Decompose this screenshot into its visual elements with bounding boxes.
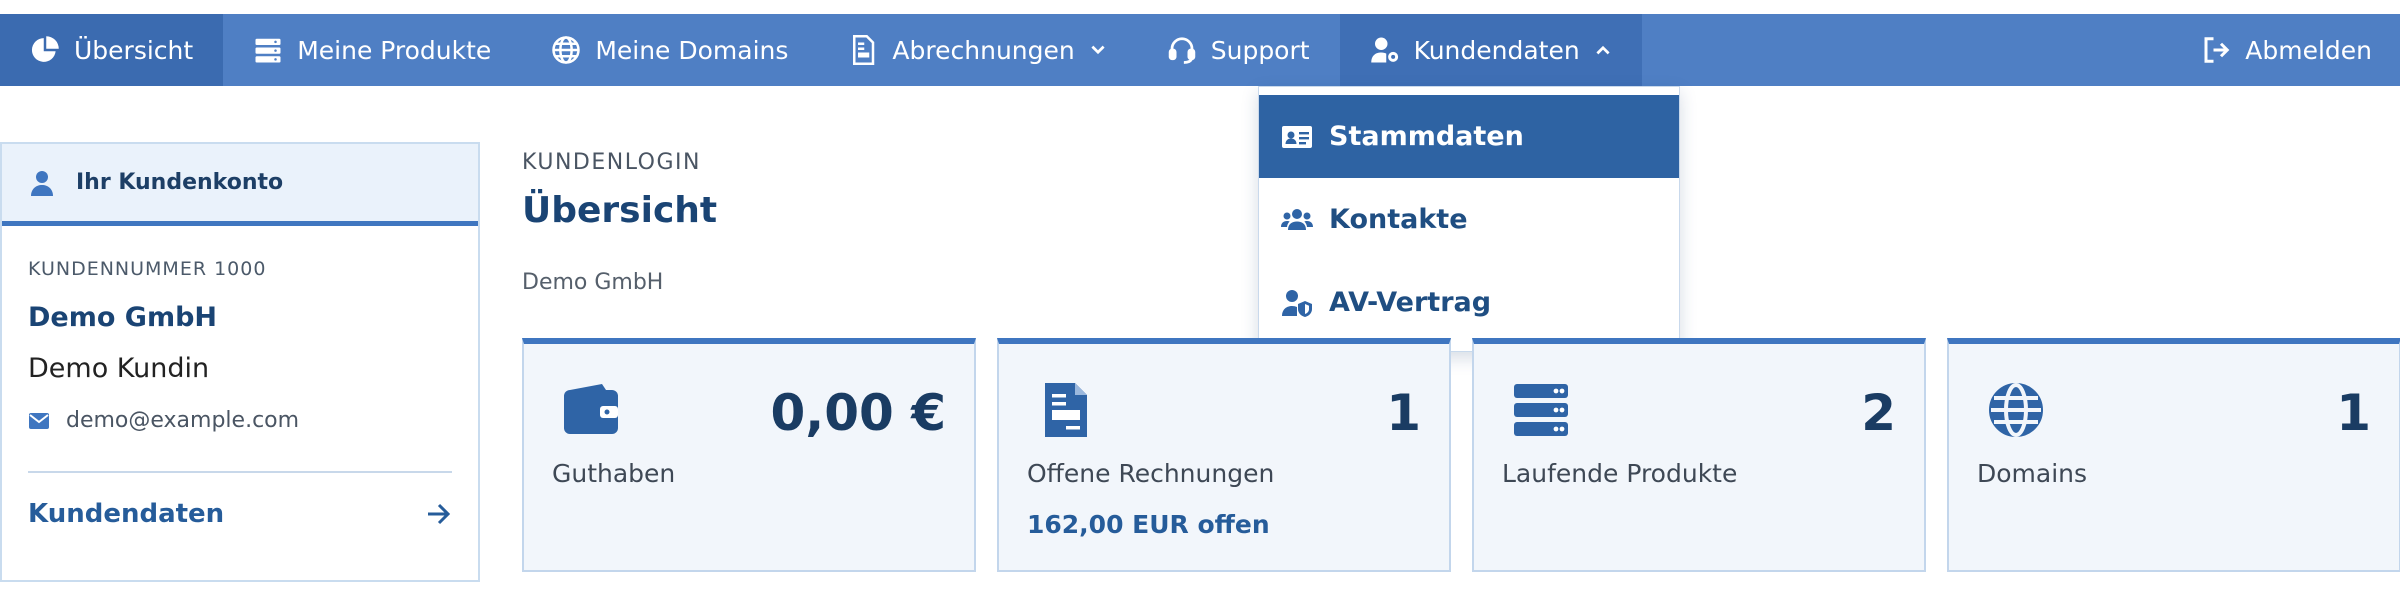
user-icon — [30, 170, 54, 196]
logout-button[interactable]: Abmelden — [2171, 14, 2400, 86]
chart-pie-icon — [30, 35, 60, 65]
nav-item-label: Kundendaten — [1413, 35, 1580, 65]
menu-item-stammdaten[interactable]: Stammdaten — [1259, 95, 1679, 178]
card-offene-rechnungen[interactable]: 1 Offene Rechnungen 162,00 EUR offen — [997, 338, 1451, 572]
page-subtitle: Demo GmbH — [522, 270, 664, 295]
email-row: demo@example.com — [28, 408, 452, 433]
kundendaten-link-label: Kundendaten — [28, 499, 225, 529]
logout-label: Abmelden — [2245, 35, 2372, 65]
email-address: demo@example.com — [66, 408, 300, 433]
card-label: Laufende Produkte — [1502, 459, 1738, 488]
panel-title: Ihr Kundenkonto — [76, 170, 284, 195]
kundendaten-dropdown-menu: Stammdaten Kontakte AV-Vertrag — [1258, 86, 1680, 352]
user-cog-icon — [1370, 35, 1400, 65]
nav-item-abrechnungen[interactable]: Abrechnungen — [818, 14, 1136, 86]
nav-item-kundendaten[interactable]: Kundendaten — [1339, 14, 1642, 86]
divider — [28, 471, 452, 473]
nav-item-label: Meine Produkte — [297, 35, 492, 65]
card-value: 2 — [1861, 384, 1896, 442]
card-label: Offene Rechnungen — [1027, 459, 1275, 488]
menu-item-av-vertrag[interactable]: AV-Vertrag — [1259, 261, 1679, 344]
card-label: Guthaben — [552, 459, 676, 488]
arrow-right-icon — [426, 502, 452, 526]
user-shield-icon — [1281, 288, 1313, 318]
wallet-icon — [562, 382, 620, 438]
customer-account-panel: Ihr Kundenkonto KUNDENNUMMER 1000 Demo G… — [0, 142, 480, 582]
page-title: Übersicht — [522, 190, 718, 231]
nav-item-label: Meine Domains — [595, 35, 789, 65]
nav-item-meine-produkte[interactable]: Meine Produkte — [223, 14, 521, 86]
card-guthaben[interactable]: 0,00 € Guthaben — [522, 338, 976, 572]
customer-number: KUNDENNUMMER 1000 — [28, 258, 267, 280]
card-value: 1 — [2336, 384, 2371, 442]
menu-item-label: Kontakte — [1329, 204, 1468, 235]
chevron-up-icon — [1594, 41, 1612, 59]
server-icon — [1512, 382, 1570, 438]
invoice-icon — [1037, 382, 1095, 438]
card-value: 1 — [1386, 384, 1421, 442]
globe-icon — [551, 35, 581, 65]
contact-person: Demo Kundin — [28, 353, 210, 384]
id-card-icon — [1281, 122, 1313, 152]
invoice-icon — [848, 35, 878, 65]
envelope-icon — [28, 412, 50, 430]
globe-icon — [1987, 382, 2045, 438]
card-laufende-produkte[interactable]: 2 Laufende Produkte — [1472, 338, 1926, 572]
panel-header: Ihr Kundenkonto — [2, 144, 478, 226]
sign-out-icon — [2201, 35, 2231, 65]
nav-item-support[interactable]: Support — [1137, 14, 1340, 86]
nav-item-uebersicht[interactable]: Übersicht — [0, 14, 224, 86]
open-amount: 162,00 EUR offen — [1027, 510, 1270, 539]
card-domains[interactable]: 1 Domains — [1947, 338, 2400, 572]
users-icon — [1281, 205, 1313, 235]
menu-item-label: AV-Vertrag — [1329, 287, 1492, 318]
headset-icon — [1167, 35, 1197, 65]
card-value: 0,00 € — [770, 384, 946, 442]
nav-item-meine-domains[interactable]: Meine Domains — [521, 14, 818, 86]
panel-body: KUNDENNUMMER 1000 Demo GmbH Demo Kundin … — [2, 258, 478, 529]
nav-item-label: Support — [1210, 35, 1310, 65]
nav-item-label: Abrechnungen — [892, 35, 1075, 65]
server-icon — [253, 35, 283, 65]
menu-item-kontakte[interactable]: Kontakte — [1259, 178, 1679, 261]
card-label: Domains — [1977, 459, 2088, 488]
chevron-down-icon — [1089, 41, 1107, 59]
nav-item-label: Übersicht — [74, 35, 194, 65]
top-navbar: Übersicht Meine Produkte Meine Domains A… — [0, 14, 2400, 86]
kundendaten-link[interactable]: Kundendaten — [28, 499, 452, 529]
menu-item-label: Stammdaten — [1329, 121, 1524, 152]
company-name: Demo GmbH — [28, 302, 218, 333]
breadcrumb: KUNDENLOGIN — [522, 150, 701, 175]
